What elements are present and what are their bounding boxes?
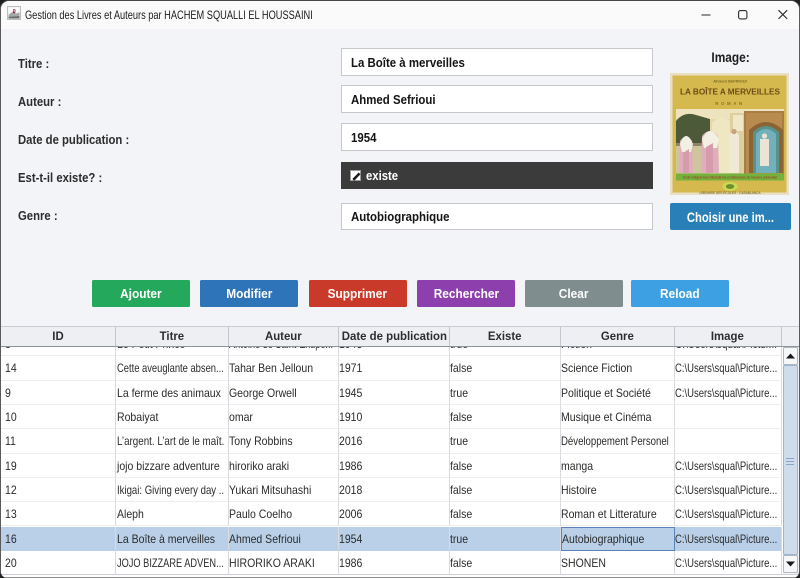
svg-text:LA BOÎTE A MERVEILLES: LA BOÎTE A MERVEILLES: [680, 86, 780, 97]
svg-text:LIBRAIRIE DES ÉCOLES · CASABLA: LIBRAIRIE DES ÉCOLES · CASABLANCA: [700, 190, 762, 195]
svg-text:ROMAN: ROMAN: [715, 101, 745, 106]
svg-text:Texte intégral avec illustrati: Texte intégral avec illustrations et réf…: [683, 176, 778, 180]
svg-text:Ahmed SEFRIOUI: Ahmed SEFRIOUI: [713, 79, 747, 84]
